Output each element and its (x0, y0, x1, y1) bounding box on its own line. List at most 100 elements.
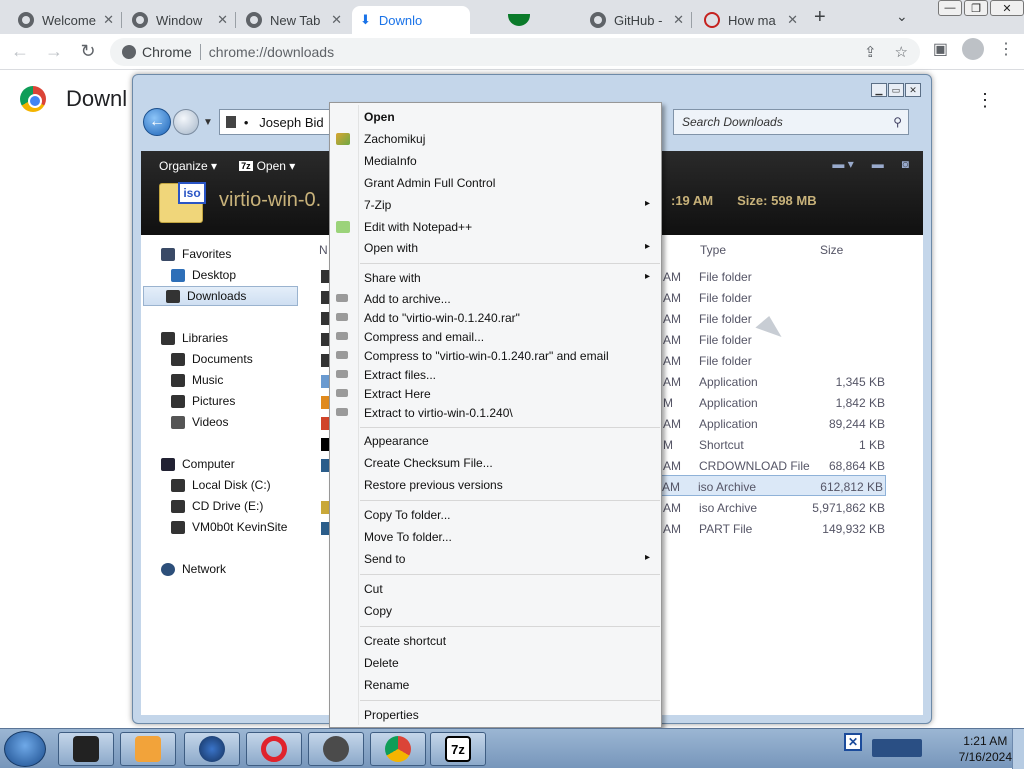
taskbar-app-media-player[interactable] (120, 732, 176, 766)
side-panel-icon[interactable]: ▣ (933, 39, 948, 59)
menu-item-create-shortcut[interactable]: Create shortcut (364, 634, 446, 648)
menu-item-restore-versions[interactable]: Restore previous versions (364, 478, 503, 492)
taskbar-app-opera[interactable] (246, 732, 302, 766)
tab-downloads[interactable]: ⬇ Downlo (352, 6, 470, 34)
menu-item-copy-to-folder[interactable]: Copy To folder... (364, 508, 451, 522)
nav-vm-share[interactable]: VM0b0t KevinSite (171, 520, 287, 534)
row-type: File folder (699, 291, 752, 305)
nav-libraries[interactable]: Libraries (161, 331, 228, 345)
forward-button[interactable] (173, 109, 199, 135)
column-size[interactable]: Size (820, 243, 843, 257)
nav-cd-drive[interactable]: CD Drive (E:) (171, 499, 263, 513)
new-tab-button[interactable]: + (814, 6, 826, 29)
minimize-button[interactable]: ▁ (871, 83, 887, 97)
start-button[interactable] (4, 731, 46, 767)
menu-item-zachomikuj[interactable]: Zachomikuj (364, 132, 425, 146)
menu-item-properties[interactable]: Properties (364, 708, 419, 722)
chevron-down-icon[interactable]: ⌄ (896, 8, 908, 25)
menu-item-move-to-folder[interactable]: Move To folder... (364, 530, 452, 544)
menu-icon[interactable]: ⋮ (998, 39, 1014, 59)
menu-item-extract-files[interactable]: Extract files... (364, 368, 436, 382)
search-input[interactable]: Search Downloads ⚲ (673, 109, 909, 135)
menu-item-share-with[interactable]: Share with (364, 271, 649, 285)
avatar[interactable] (962, 38, 984, 60)
taskbar-app-chrome[interactable] (370, 732, 426, 766)
help-icon[interactable]: ◙ (902, 157, 909, 171)
show-desktop-button[interactable] (1012, 729, 1024, 769)
menu-item-appearance[interactable]: Appearance (364, 434, 429, 448)
nav-favorites[interactable]: Favorites (161, 247, 231, 261)
close-icon[interactable]: ✕ (781, 12, 798, 28)
taskbar-app-7zip[interactable]: 7z (430, 732, 486, 766)
nav-downloads[interactable]: Downloads (143, 286, 298, 306)
nav-documents[interactable]: Documents (171, 352, 253, 366)
organize-button[interactable]: Organize ▾ (159, 159, 217, 173)
notification-close-icon[interactable]: ✕ (844, 733, 862, 751)
menu-item-compress-email[interactable]: Compress and email... (364, 330, 484, 344)
nav-music[interactable]: Music (171, 373, 223, 387)
tab-new-tab[interactable]: New Tab ✕ (238, 6, 350, 34)
menu-item-copy[interactable]: Copy (364, 604, 392, 618)
maximize-button[interactable]: ▭ (888, 83, 904, 97)
menu-item-compress-to-rar-email[interactable]: Compress to "virtio-win-0.1.240.rar" and… (364, 349, 609, 363)
omnibox[interactable]: Chrome chrome://downloads ⇪ ☆ (110, 38, 920, 66)
forward-icon[interactable]: → (40, 38, 68, 66)
menu-item-open-with[interactable]: Open with (364, 241, 650, 255)
reload-icon[interactable]: ↻ (74, 38, 102, 66)
menu-item-rename[interactable]: Rename (364, 678, 409, 692)
menu-item-7zip[interactable]: 7-Zip (364, 198, 654, 212)
close-icon[interactable]: ✕ (667, 12, 684, 28)
menu-item-send-to[interactable]: Send to (364, 552, 653, 566)
tray-icons[interactable] (872, 739, 922, 757)
close-icon[interactable]: ✕ (97, 12, 114, 28)
menu-item-open[interactable]: Open (364, 110, 395, 124)
taskbar-clock[interactable]: 1:21 AM 7/16/2024 (959, 733, 1012, 765)
tab-welcome[interactable]: Welcome ✕ (10, 6, 122, 34)
taskbar-app-firefox[interactable] (184, 732, 240, 766)
bookmark-star-icon[interactable]: ☆ (895, 43, 908, 61)
tab-windows[interactable]: Window ✕ (124, 6, 236, 34)
preview-pane-icon[interactable]: ▬ (872, 157, 884, 171)
omnibox-url[interactable]: chrome://downloads (209, 44, 334, 60)
opera-icon (261, 736, 287, 762)
taskbar-app-file-manager[interactable] (58, 732, 114, 766)
menu-item-mediainfo[interactable]: MediaInfo (364, 154, 417, 168)
back-icon[interactable]: ← (6, 38, 34, 66)
more-actions-icon[interactable]: ⋮ (976, 90, 994, 111)
close-icon[interactable]: ✕ (211, 12, 228, 28)
recent-pages-icon[interactable]: ▼ (203, 117, 213, 128)
nav-label: Music (192, 373, 224, 387)
back-button[interactable]: ← (143, 108, 171, 136)
view-options-icon[interactable]: ▬ ▾ (832, 157, 853, 171)
nav-computer[interactable]: Computer (161, 457, 235, 471)
menu-item-cut[interactable]: Cut (364, 582, 383, 596)
menu-item-extract-here[interactable]: Extract Here (364, 387, 431, 401)
menu-item-edit-notepad[interactable]: Edit with Notepad++ (364, 220, 472, 234)
menu-item-extract-to[interactable]: Extract to virtio-win-0.1.240\ (364, 406, 513, 420)
menu-item-delete[interactable]: Delete (364, 656, 399, 670)
close-icon[interactable]: ✕ (325, 12, 342, 28)
nav-network[interactable]: Network (161, 562, 226, 576)
menu-item-add-to-rar[interactable]: Add to "virtio-win-0.1.240.rar" (364, 311, 520, 325)
nav-desktop[interactable]: Desktop (171, 268, 236, 282)
tab-github[interactable]: GitHub - ✕ (582, 6, 692, 34)
restore-button[interactable]: ❐ (964, 0, 988, 16)
iso-badge: iso (178, 182, 206, 204)
column-type[interactable]: Type (700, 243, 726, 257)
menu-item-checksum[interactable]: Create Checksum File... (364, 456, 493, 470)
nav-pictures[interactable]: Pictures (171, 394, 235, 408)
open-button[interactable]: 7z Open ▾ (239, 159, 295, 173)
table-row-selected[interactable]: AM iso Archive 612,812 KB (661, 475, 886, 496)
menu-item-grant-admin[interactable]: Grant Admin Full Control (364, 176, 495, 190)
nav-videos[interactable]: Videos (171, 415, 228, 429)
column-name[interactable]: N (319, 243, 328, 257)
taskbar-app-game[interactable] (308, 732, 364, 766)
nav-local-disk[interactable]: Local Disk (C:) (171, 478, 271, 492)
share-icon[interactable]: ⇪ (864, 43, 877, 61)
tab-how-many[interactable]: How ma ✕ (696, 6, 806, 34)
menu-item-add-archive[interactable]: Add to archive... (364, 292, 451, 306)
tab-unknown[interactable] (470, 6, 580, 34)
close-button[interactable]: ✕ (905, 83, 921, 97)
minimize-button[interactable]: — (938, 0, 962, 16)
close-button[interactable]: ✕ (990, 0, 1024, 16)
